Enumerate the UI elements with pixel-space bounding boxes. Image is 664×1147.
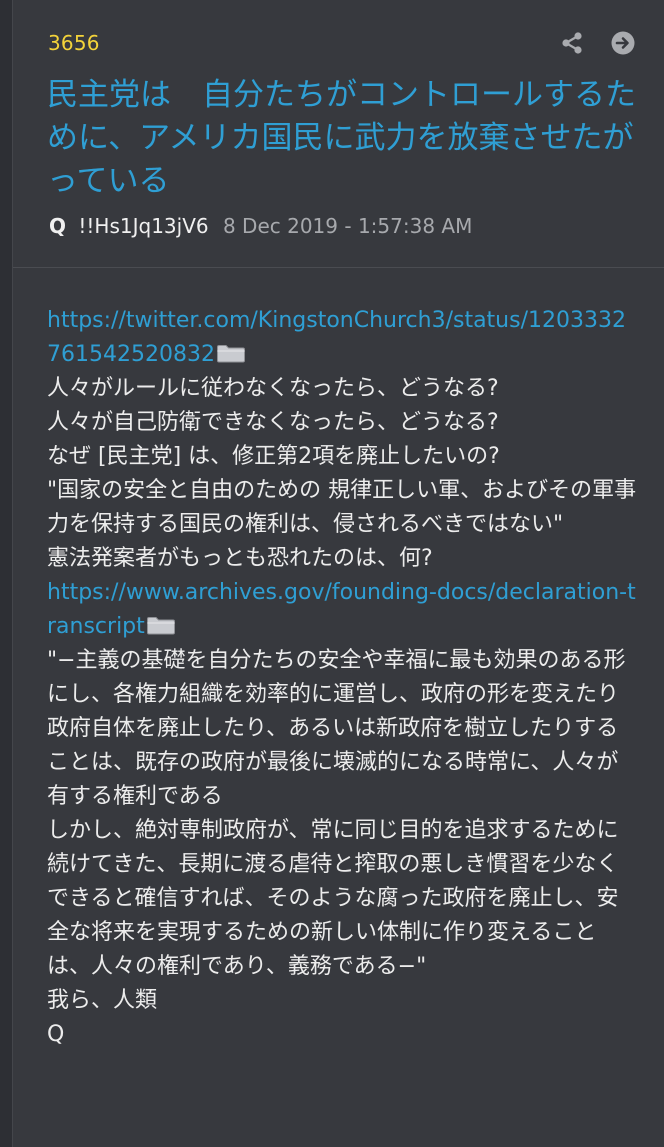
body-line: しかし、絶対専制政府が、常に同じ目的を追求するために続けてきた、長期に渡る虐待と… [47, 818, 619, 979]
post-title[interactable]: 民主党は 自分たちがコントロールするために、アメリカ国民に武力を放棄させたがって… [47, 74, 637, 203]
post-header: 3656 民主党は 自分たちがコントロールするために、アメリカ国民に武力を放棄さ… [13, 0, 664, 268]
body-line: 憲法発案者がもっとも恐れたのは、何? [47, 546, 433, 571]
folder-icon[interactable] [216, 343, 246, 363]
post-timestamp: 8 Dec 2019 - 1:57:38 AM [222, 214, 473, 238]
post-number[interactable]: 3656 [48, 31, 100, 55]
body-line: 我ら、人類 [47, 988, 158, 1013]
post-card: 3656 民主党は 自分たちがコントロールするために、アメリカ国民に武力を放棄さ… [12, 0, 664, 1147]
signature: Q [47, 1022, 65, 1047]
author-name: Q [49, 214, 67, 238]
post-body: https://twitter.com/KingstonChurch3/stat… [47, 304, 637, 1052]
body-line: 人々が自己防衛できなくなったら、どうなる? [47, 410, 499, 435]
body-line: "−主義の基礎を自分たちの安全や幸福に最も効果のある形にし、各権力組織を効率的に… [47, 648, 626, 809]
link-line-twitter: https://twitter.com/KingstonChurch3/stat… [47, 304, 637, 372]
arrow-right-circle-icon[interactable] [610, 30, 636, 56]
body-line: なぜ [民主党] は、修正第2項を廃止したいの? [47, 444, 500, 469]
twitter-link[interactable]: https://twitter.com/KingstonChurch3/stat… [47, 308, 626, 367]
share-icon[interactable] [559, 30, 585, 56]
link-line-archives: https://www.archives.gov/founding-docs/d… [47, 576, 637, 644]
folder-icon[interactable] [146, 615, 176, 635]
post-meta: Q !!Hs1Jq13jV6 8 Dec 2019 - 1:57:38 AM [49, 214, 472, 238]
body-line: "国家の安全と自由のための 規律正しい軍、およびその軍事力を保持する国民の権利は… [47, 478, 637, 537]
tripcode: !!Hs1Jq13jV6 [78, 214, 209, 238]
body-line: 人々がルールに従わなくなったら、どうなる? [47, 376, 499, 401]
archives-link[interactable]: https://www.archives.gov/founding-docs/d… [47, 580, 636, 639]
